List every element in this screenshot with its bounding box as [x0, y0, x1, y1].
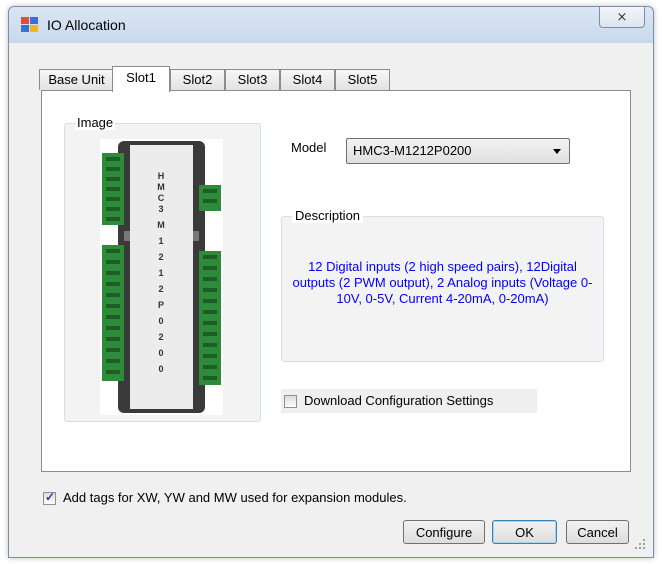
close-button[interactable]: ⨯	[599, 7, 645, 28]
configure-button[interactable]: Configure	[403, 520, 485, 544]
image-group-label: Image	[75, 115, 116, 130]
download-config-row[interactable]: Download Configuration Settings	[281, 389, 537, 413]
device-image: HMC3M1212P0200	[100, 139, 223, 415]
download-config-checkbox[interactable]	[284, 395, 297, 408]
ok-button[interactable]: OK	[492, 520, 557, 544]
model-dropdown[interactable]: HMC3-M1212P0200	[346, 138, 570, 164]
description-group: Description 12 Digital inputs (2 high sp…	[281, 208, 604, 362]
description-text: 12 Digital inputs (2 high speed pairs), …	[292, 259, 593, 306]
image-group: Image H M C 3 M 1 2 1 2 P 0 2 0 0	[64, 115, 261, 422]
model-selected-value: HMC3-M1212P0200	[353, 143, 472, 158]
download-config-label[interactable]: Download Configuration Settings	[304, 393, 493, 408]
cancel-button[interactable]: Cancel	[566, 520, 629, 544]
resize-grip-icon[interactable]	[635, 539, 645, 549]
tab-slot1[interactable]: Slot1	[112, 66, 170, 92]
chevron-down-icon	[553, 149, 561, 154]
io-allocation-dialog: IO Allocation ⨯ Base Unit Slot1 Slot2 Sl…	[8, 6, 654, 558]
tab-slot2[interactable]: Slot2	[170, 69, 225, 90]
tab-panel-slot1: Image H M C 3 M 1 2 1 2 P 0 2 0 0 Model …	[41, 90, 631, 472]
tab-slot4[interactable]: Slot4	[280, 69, 335, 90]
add-tags-checkbox[interactable]	[43, 490, 56, 505]
close-icon: ⨯	[616, 9, 628, 24]
dialog-client-area: Base Unit Slot1 Slot2 Slot3 Slot4 Slot5 …	[15, 43, 647, 551]
model-label: Model	[291, 140, 327, 155]
title-bar: IO Allocation ⨯	[9, 7, 653, 43]
app-icon	[21, 17, 39, 33]
tab-slot5[interactable]: Slot5	[335, 69, 390, 90]
tab-slot3[interactable]: Slot3	[225, 69, 280, 90]
description-label: Description	[292, 208, 364, 223]
window-title: IO Allocation	[47, 17, 126, 33]
tab-base-unit[interactable]: Base Unit	[39, 69, 114, 90]
add-tags-label[interactable]: Add tags for XW, YW and MW used for expa…	[63, 490, 407, 505]
